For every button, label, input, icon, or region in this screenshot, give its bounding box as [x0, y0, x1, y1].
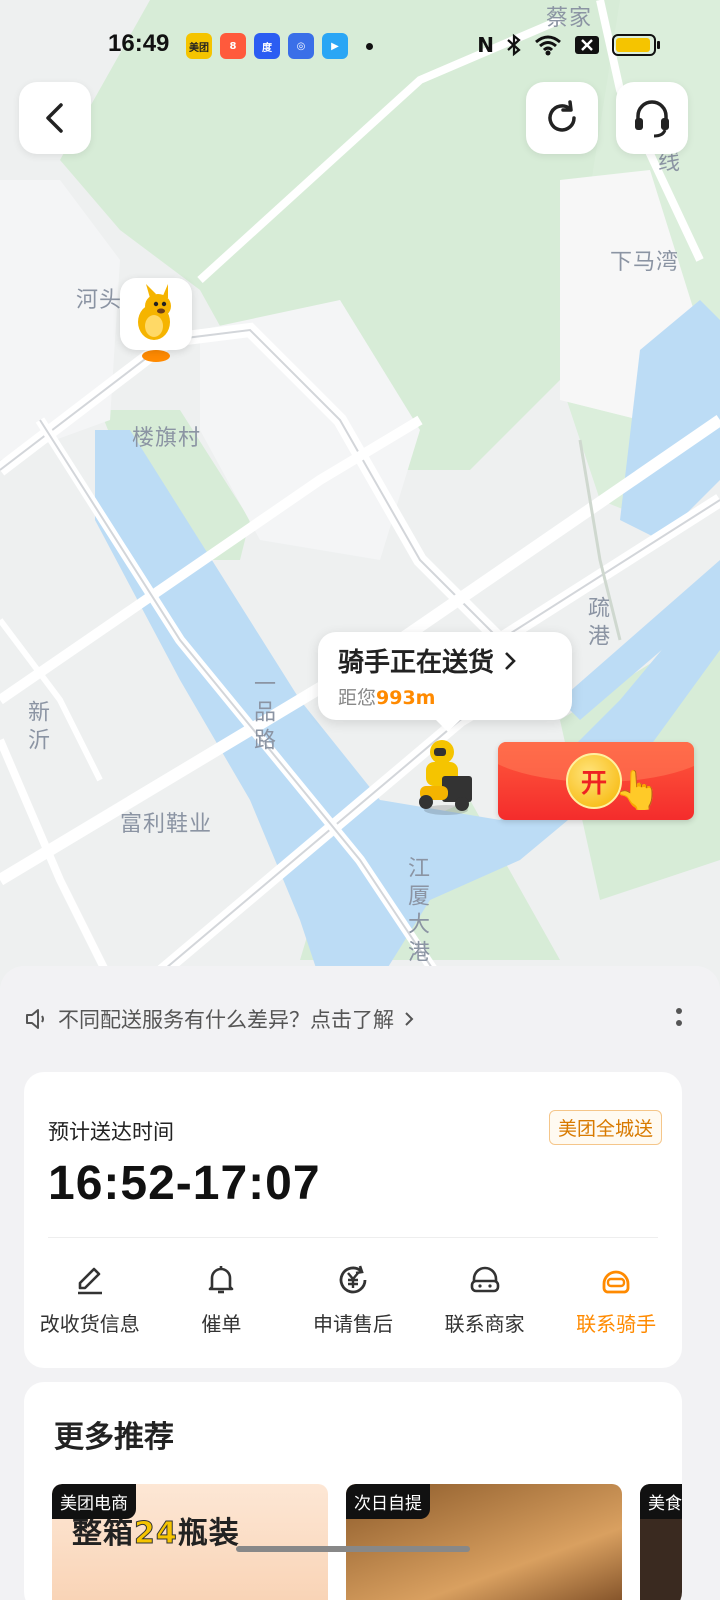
map-label-shugang: 疏港 [584, 596, 609, 652]
map-label-fulixieye: 富利鞋业 [120, 812, 213, 837]
more-options-button[interactable] [676, 1008, 682, 1026]
eta-time: 16:52-17:07 [48, 1157, 321, 1210]
rider-scooter-icon [419, 740, 472, 815]
app-4-icon: ◎ [288, 33, 314, 59]
notice-text: 不同配送服务有什么差异？点击了解 [58, 1008, 394, 1032]
home-indicator[interactable] [236, 1546, 470, 1552]
delivery-service-notice[interactable]: 不同配送服务有什么差异？点击了解 [24, 1004, 414, 1034]
meituan-app-icon: 美团 [186, 33, 212, 59]
customer-service-button[interactable] [616, 82, 688, 154]
contact-merchant-button[interactable]: 联系商家 [419, 1262, 551, 1337]
yuan-refresh-icon [339, 1265, 367, 1294]
map-label-louqicun: 楼旗村 [132, 426, 202, 451]
status-bar: 16:49 美团 8 度 ◎ ▶ N [0, 0, 720, 90]
more-notifications-dot-icon [366, 42, 373, 50]
recommendation-tag: 美团电商 [52, 1484, 136, 1519]
recommendation-tag: 美食 [640, 1484, 682, 1519]
product-headline-number: 24 [134, 1516, 178, 1552]
bell-icon [209, 1266, 234, 1294]
dot-icon [676, 1008, 682, 1014]
red-packet-promo[interactable]: 开 👆 [498, 742, 694, 820]
recommendation-item[interactable]: 次日自提 [346, 1484, 622, 1600]
product-headline-part2: 瓶装 [177, 1516, 240, 1551]
contact-rider-label: 联系骑手 [576, 1312, 657, 1336]
bluetooth-icon [507, 33, 521, 57]
pencil-icon [77, 1267, 102, 1295]
headset-icon [635, 100, 669, 138]
recommendations-title: 更多推荐 [54, 1420, 174, 1455]
edit-address-button[interactable]: 改收货信息 [24, 1262, 156, 1337]
divider [48, 1237, 658, 1238]
rider-distance-value: 993m [376, 687, 436, 709]
chevron-left-icon [46, 103, 63, 133]
contact-merchant-label: 联系商家 [444, 1312, 525, 1336]
recommendation-item[interactable]: 美团电商 整箱24瓶装 [52, 1484, 328, 1600]
baidu-app-icon: 度 [254, 33, 280, 59]
notification-icons: 美团 8 度 ◎ ▶ [186, 33, 373, 59]
chevron-right-icon [405, 1012, 414, 1026]
urge-order-button[interactable]: 催单 [156, 1262, 288, 1337]
wifi-icon [535, 35, 561, 56]
merchant-marker[interactable] [120, 278, 192, 350]
map-label-road: 一品路 [250, 672, 275, 756]
map-label-xiamawan: 下马湾 [610, 250, 680, 275]
service-badge: 美团全城送 [548, 1110, 662, 1145]
map-label-xian: 线 [654, 150, 679, 178]
map-label-xinyi: 新沂 [24, 700, 49, 756]
speaker-icon [26, 1009, 44, 1029]
after-sales-button[interactable]: 申请售后 [287, 1262, 419, 1337]
dot-icon [676, 1020, 682, 1026]
product-headline-part1: 整箱 [72, 1516, 134, 1551]
recommendations-card: 更多推荐 美团电商 整箱24瓶装 次日自提 美食 [24, 1382, 682, 1600]
edit-address-label: 改收货信息 [39, 1312, 140, 1336]
nfc-icon: N [477, 33, 494, 57]
map-label-hetou: 河头 [76, 288, 123, 313]
merchant-headset-icon [470, 1266, 499, 1293]
status-time: 16:49 [108, 30, 170, 57]
refresh-button[interactable] [526, 82, 598, 154]
app-5-icon: ▶ [322, 33, 348, 59]
battery-icon [612, 34, 660, 56]
rider-helmet-icon [602, 1270, 630, 1294]
recommendation-tag: 次日自提 [346, 1484, 430, 1519]
merchant-pin-icon [142, 350, 170, 362]
delivery-info-card: 预计送达时间 美团全城送 16:52-17:07 改收货信息 催单 申请售后 联… [24, 1072, 682, 1368]
rider-status-bubble[interactable]: 骑手正在送货 距您993m [318, 632, 572, 732]
rider-status-line: 骑手正在送货 [338, 642, 552, 679]
delivery-map[interactable]: 蔡家 线 下马湾 河头 楼旗村 疏港 新沂 一品路 富利鞋业 江厦大港 [0, 0, 720, 1000]
chevron-right-icon [505, 651, 516, 670]
order-actions: 改收货信息 催单 申请售后 联系商家 联系骑手 [24, 1262, 682, 1337]
system-status-icons: N [477, 33, 660, 57]
kangaroo-mascot-icon [138, 284, 171, 340]
no-sim-icon [575, 36, 599, 54]
contact-rider-button[interactable]: 联系骑手 [550, 1262, 682, 1337]
refresh-icon [548, 100, 576, 132]
eta-label: 预计送达时间 [48, 1120, 174, 1144]
urge-order-label: 催单 [201, 1312, 242, 1336]
pointing-hand-icon: 👆 [614, 768, 662, 812]
order-bottom-sheet: 不同配送服务有什么差异？点击了解 预计送达时间 美团全城送 16:52-17:0… [0, 966, 720, 1600]
rider-distance-prefix: 距您 [338, 687, 377, 709]
recommendation-item[interactable]: 美食 [640, 1484, 682, 1600]
map-label-jiangxia: 江厦大港 [404, 856, 429, 968]
after-sales-label: 申请售后 [312, 1312, 393, 1336]
map-background [0, 0, 720, 1000]
rider-distance: 距您993m [338, 683, 552, 710]
back-button[interactable] [19, 82, 91, 154]
app-2-icon: 8 [220, 33, 246, 59]
rider-status-text: 骑手正在送货 [338, 648, 495, 678]
